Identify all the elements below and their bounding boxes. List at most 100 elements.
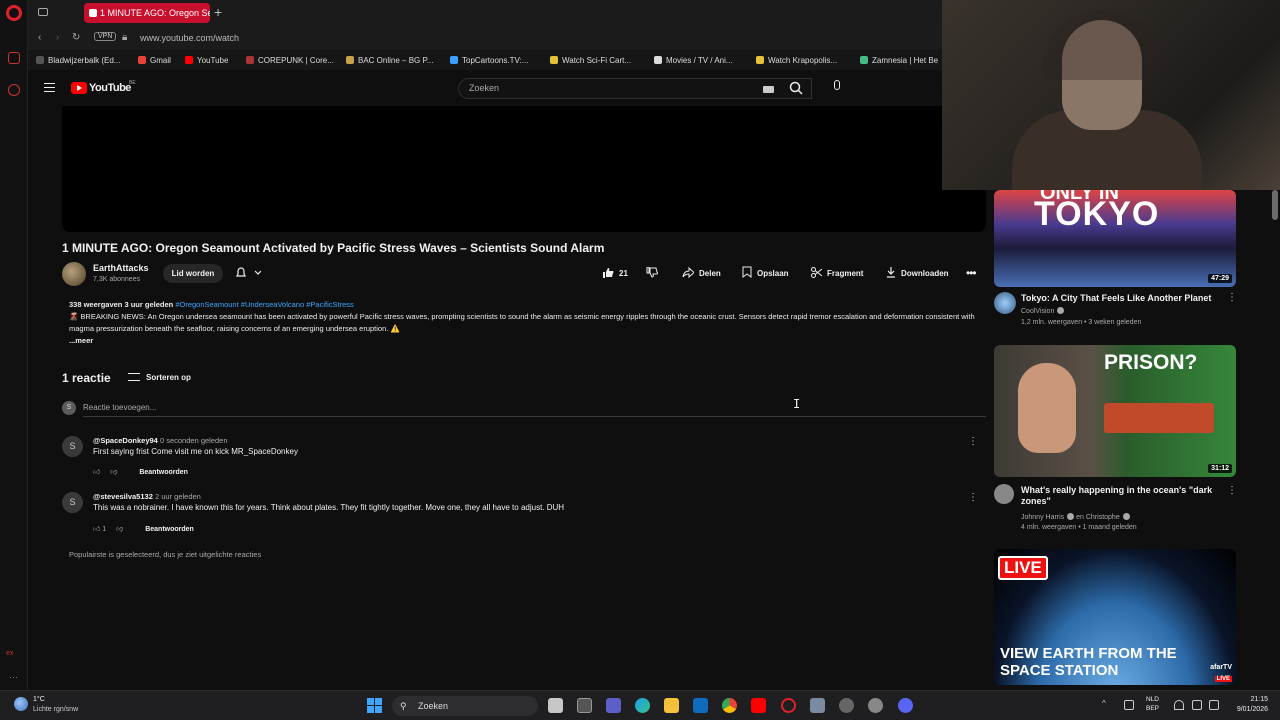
battery-icon[interactable]: [1209, 700, 1219, 710]
bookmark-item[interactable]: TopCartoons.TV:...: [450, 56, 528, 65]
recommendation-thumbnail[interactable]: ONLY IN TOKYO 47:29: [994, 190, 1236, 287]
reload-icon[interactable]: ↻: [72, 32, 80, 43]
recommendation-channel[interactable]: Johnny Harris en Christophe: [1021, 513, 1130, 521]
scifi-icon: [550, 56, 558, 64]
bookmark-item[interactable]: Zamnesia | Het Be: [860, 56, 938, 65]
comment-author[interactable]: @stevesilva5132 2 uur geleden: [93, 492, 201, 501]
channel-avatar[interactable]: [994, 292, 1016, 314]
dislike-icon[interactable]: 👎︎: [110, 469, 117, 476]
task-view-icon[interactable]: [548, 698, 563, 713]
bookmark-item[interactable]: YouTube: [185, 56, 228, 65]
channel-avatar[interactable]: [62, 262, 86, 286]
store-icon[interactable]: [577, 698, 592, 713]
weather-icon[interactable]: [14, 697, 28, 711]
edge-icon[interactable]: [635, 698, 650, 713]
reply-button[interactable]: Beantwoorden: [145, 526, 194, 533]
commenter-avatar[interactable]: S: [62, 436, 83, 457]
forward-icon[interactable]: ›: [56, 32, 59, 43]
channel-avatar[interactable]: [994, 484, 1014, 504]
keyboard-icon[interactable]: [763, 86, 774, 93]
language-indicator[interactable]: NLD BEP: [1146, 695, 1159, 713]
show-more-link[interactable]: ...meer: [69, 335, 984, 347]
verified-icon: [1122, 513, 1130, 520]
back-icon[interactable]: ‹: [38, 32, 41, 43]
clock[interactable]: 21:15 9/01/2026: [1226, 695, 1268, 715]
search-box[interactable]: [458, 78, 812, 99]
bookmark-item[interactable]: Movies / TV / Ani...: [654, 56, 733, 65]
settings-icon[interactable]: [868, 698, 883, 713]
hashtags[interactable]: #OregonSeamount #UnderseaVolcano #Pacifi…: [175, 300, 353, 309]
start-icon[interactable]: [367, 698, 383, 714]
description-box[interactable]: 338 weergaven 3 uur geleden #OregonSeamo…: [62, 299, 984, 353]
opera-logo-icon[interactable]: [6, 5, 22, 21]
notification-bell-icon[interactable]: [235, 267, 262, 282]
more-actions-icon[interactable]: •••: [966, 266, 977, 280]
tab-active[interactable]: 1 MINUTE AGO: Oregon Se: [84, 3, 210, 23]
bookmark-item[interactable]: Watch Sci-Fi Cart...: [550, 56, 631, 65]
weather-temperature[interactable]: 1°C: [33, 696, 45, 703]
opera-gx-icon[interactable]: [781, 698, 796, 713]
comment-author[interactable]: @SpaceDonkey94 0 seconden geleden: [93, 436, 228, 445]
teams-icon[interactable]: [606, 698, 621, 713]
comment-menu-icon[interactable]: ⋮: [968, 492, 978, 503]
chrome-icon[interactable]: [722, 698, 737, 713]
save-button[interactable]: Opslaan: [742, 264, 789, 283]
weather-description[interactable]: Lichte rgn/snw: [33, 706, 78, 713]
url-field[interactable]: www.youtube.com/watch: [140, 33, 239, 43]
youtube-app-icon[interactable]: [751, 698, 766, 713]
microphone-icon[interactable]: [834, 80, 840, 90]
recommendation-menu-icon[interactable]: ⋮: [1227, 292, 1237, 303]
youtube-logo-icon[interactable]: [71, 82, 87, 94]
recommendation-channel[interactable]: CoolVision: [1021, 307, 1065, 315]
dislike-icon[interactable]: 👎︎: [116, 526, 123, 533]
recommendation-menu-icon[interactable]: ⋮: [1227, 485, 1237, 496]
reply-button[interactable]: Beantwoorden: [139, 469, 188, 476]
recommendation-title[interactable]: What's really happening in the ocean's "…: [1021, 485, 1221, 507]
discord-icon[interactable]: [898, 698, 913, 713]
recommendation-thumbnail[interactable]: PRISON? 31:12: [994, 345, 1236, 477]
network-off-icon[interactable]: [1124, 700, 1134, 710]
volume-icon[interactable]: [1192, 700, 1202, 710]
bookmark-item[interactable]: BAC Online – BG P...: [346, 56, 433, 65]
calculator-icon[interactable]: [810, 698, 825, 713]
clip-button[interactable]: Fragment: [811, 264, 863, 283]
search-button[interactable]: [782, 79, 812, 98]
bookmark-item[interactable]: Watch Krapopolis...: [756, 56, 837, 65]
outlook-icon[interactable]: [693, 698, 708, 713]
bag-icon[interactable]: [8, 52, 20, 64]
recommendation-thumbnail[interactable]: LIVE VIEW EARTH FROM THE SPACE STATION a…: [994, 549, 1236, 685]
youtube-logo-text[interactable]: YouTube: [89, 82, 131, 94]
bookmark-item[interactable]: Gmail: [138, 56, 171, 65]
comment-menu-icon[interactable]: ⋮: [968, 436, 978, 447]
more-icon[interactable]: ···: [9, 672, 21, 684]
join-button[interactable]: Lid worden: [163, 264, 223, 283]
app-icon[interactable]: [839, 698, 854, 713]
like-icon[interactable]: 👍︎: [93, 526, 100, 533]
file-explorer-icon[interactable]: [664, 698, 679, 713]
sort-button[interactable]: Sorteren op: [128, 373, 191, 382]
menu-icon[interactable]: [44, 83, 55, 92]
share-button[interactable]: Delen: [682, 264, 721, 283]
like-icon[interactable]: 👍︎: [93, 469, 100, 476]
bookmark-item[interactable]: Bladwijzerbalk (Ed...: [36, 56, 120, 65]
download-button[interactable]: Downloaden: [886, 264, 949, 283]
commenter-avatar[interactable]: S: [62, 492, 83, 513]
like-button[interactable]: 21: [602, 264, 628, 283]
add-comment-input[interactable]: Reactie toevoegen...: [83, 403, 986, 417]
history-icon[interactable]: [8, 84, 20, 96]
chevron-up-icon[interactable]: ^: [1102, 699, 1112, 709]
lock-icon[interactable]: 🔒︎: [122, 32, 127, 43]
extension-icon[interactable]: ex: [6, 650, 18, 662]
bookmark-item[interactable]: COREPUNK | Core...: [246, 56, 334, 65]
workspaces-icon[interactable]: [38, 8, 48, 16]
video-player[interactable]: [62, 106, 986, 232]
taskbar-search[interactable]: ⚲ Zoeken: [392, 696, 538, 716]
wifi-icon[interactable]: [1174, 700, 1184, 710]
channel-name[interactable]: EarthAttacks: [93, 263, 149, 273]
scrollbar[interactable]: [1272, 190, 1278, 220]
vpn-badge[interactable]: VPN: [94, 32, 117, 41]
new-tab-button[interactable]: +: [214, 4, 222, 20]
search-input[interactable]: [469, 83, 749, 93]
recommendation-title[interactable]: Tokyo: A City That Feels Like Another Pl…: [1021, 293, 1221, 304]
dislike-button[interactable]: [646, 264, 663, 283]
